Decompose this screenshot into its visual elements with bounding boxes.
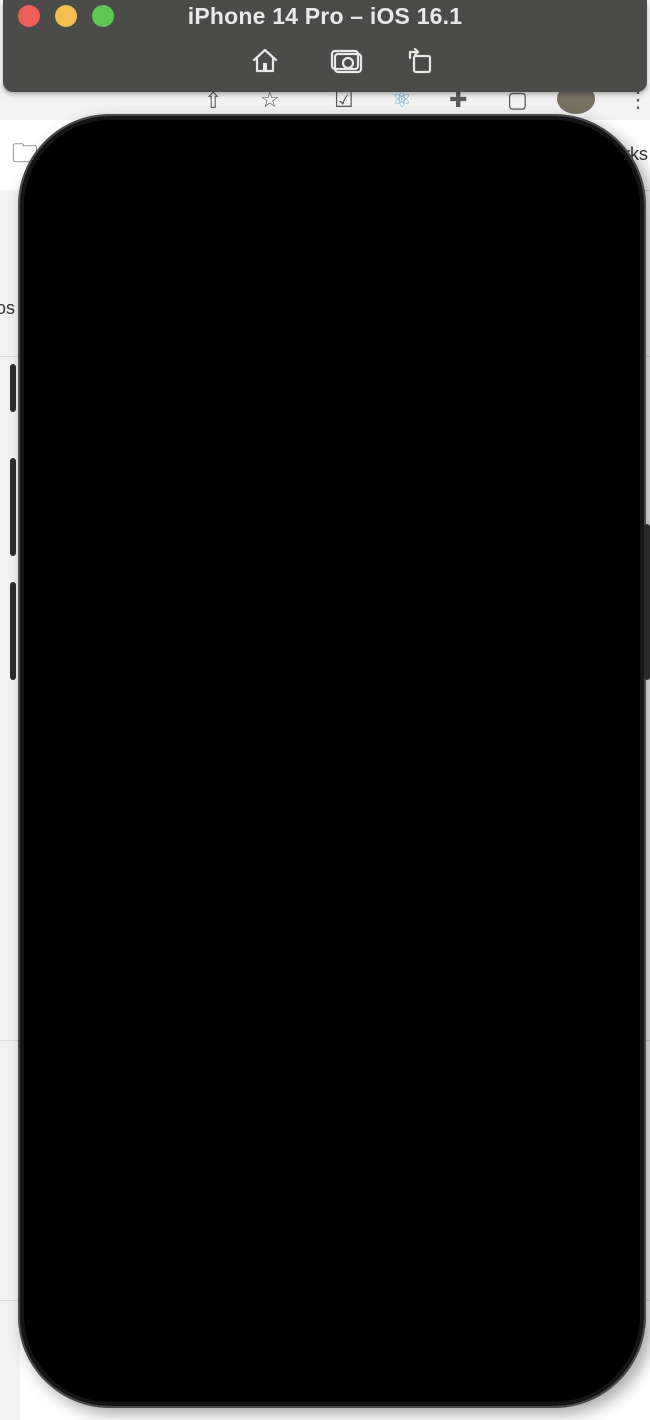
rotate-button[interactable] — [403, 44, 437, 78]
menu-dots-icon[interactable]: ⋮ — [627, 89, 649, 111]
action-button[interactable] — [10, 364, 16, 412]
camera-icon — [330, 49, 363, 74]
share-icon[interactable]: ⇧ — [204, 90, 222, 112]
react-icon[interactable]: ⚛ — [392, 89, 412, 111]
iphone-device-frame — [18, 114, 646, 1408]
iphone-screen[interactable] — [24, 120, 640, 1402]
left-partial-label: os — [0, 298, 16, 318]
simulator-titlebar: iPhone 14 Pro – iOS 16.1 — [3, 0, 647, 92]
home-button[interactable] — [248, 44, 282, 78]
home-icon — [252, 48, 278, 73]
screenshot-button[interactable] — [330, 44, 364, 78]
window-title: iPhone 14 Pro – iOS 16.1 — [187, 3, 463, 29]
star-icon[interactable]: ☆ — [260, 89, 280, 111]
extension-check-icon[interactable]: ☑ — [334, 89, 354, 111]
sidebar-icon[interactable]: ▢ — [507, 89, 528, 111]
rotate-icon — [408, 47, 432, 74]
puzzle-icon[interactable]: ✚ — [449, 89, 467, 111]
volume-down-button[interactable] — [10, 582, 16, 680]
volume-up-button[interactable] — [10, 458, 16, 556]
power-button[interactable] — [644, 524, 650, 680]
